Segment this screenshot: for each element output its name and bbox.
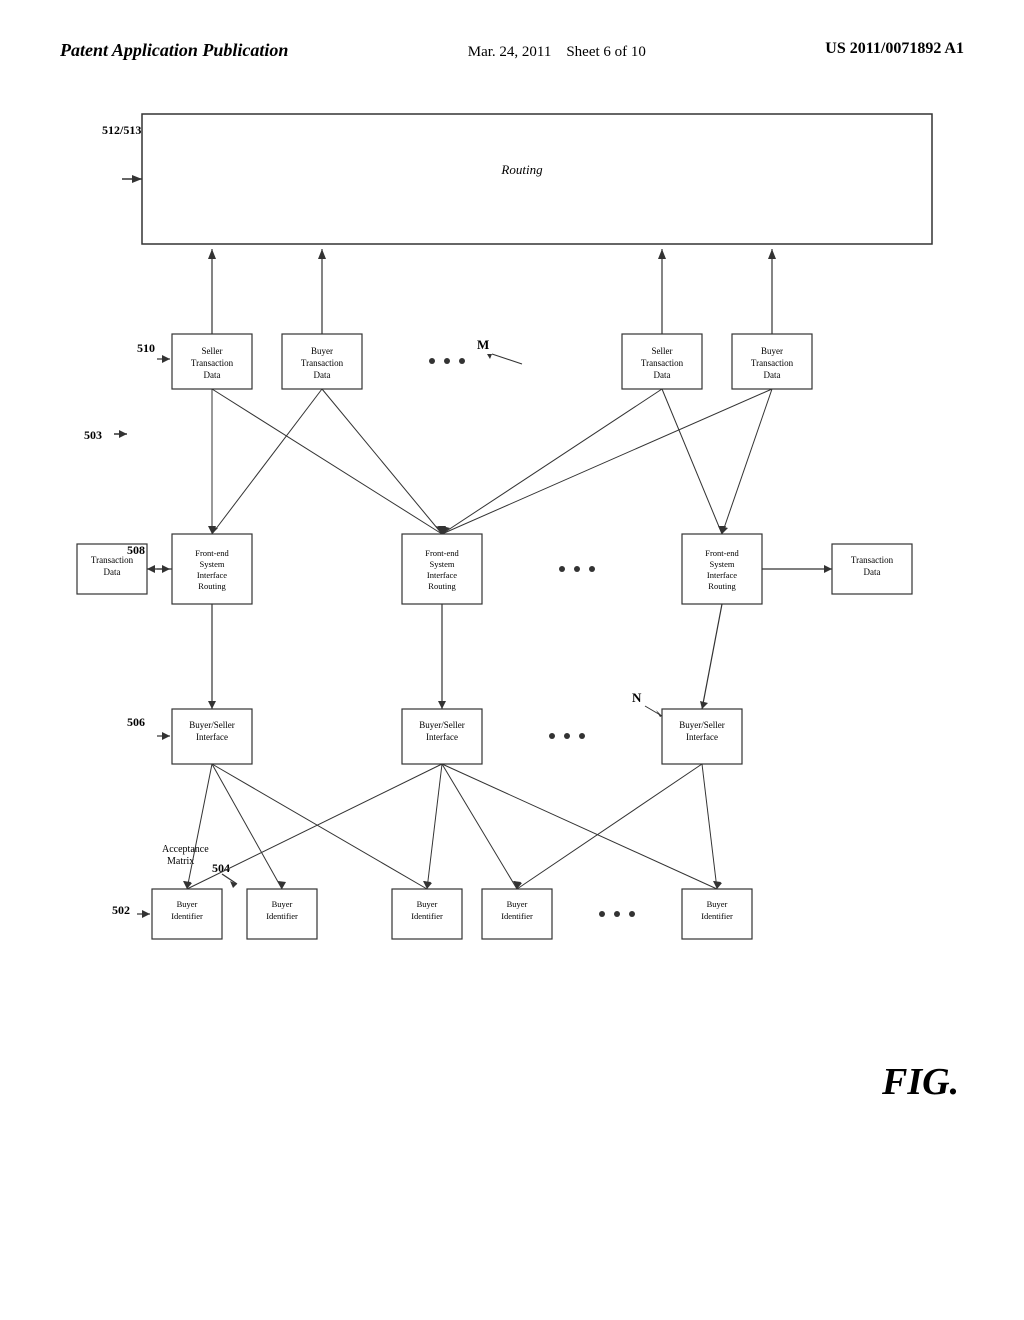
- svg-text:System: System: [199, 559, 224, 569]
- patent-diagram: Routing 512/513 503 Seller Transaction D…: [62, 104, 962, 1154]
- svg-text:Identifier: Identifier: [171, 911, 203, 921]
- svg-text:Routing: Routing: [428, 581, 456, 591]
- svg-text:Data: Data: [654, 370, 671, 380]
- page-container: Patent Application Publication Mar. 24, …: [0, 0, 1024, 1320]
- svg-text:Seller: Seller: [652, 346, 673, 356]
- svg-text:Front-end: Front-end: [705, 548, 739, 558]
- svg-text:Buyer: Buyer: [272, 899, 293, 909]
- svg-text:Interface: Interface: [426, 732, 458, 742]
- svg-text:Data: Data: [764, 370, 781, 380]
- svg-text:FIG. 5: FIG. 5: [881, 1061, 962, 1103]
- publication-date: Mar. 24, 2011 Sheet 6 of 10: [468, 44, 646, 60]
- svg-text:Identifier: Identifier: [266, 911, 298, 921]
- diagram-area: Routing 512/513 503 Seller Transaction D…: [62, 104, 962, 1154]
- svg-text:Matrix: Matrix: [167, 856, 194, 867]
- svg-text:Data: Data: [314, 370, 331, 380]
- svg-text:Transaction: Transaction: [751, 358, 794, 368]
- svg-text:Data: Data: [104, 567, 121, 577]
- svg-text:Routing: Routing: [500, 162, 543, 177]
- svg-text:N: N: [632, 690, 642, 705]
- svg-text:Buyer: Buyer: [417, 899, 438, 909]
- svg-text:504: 504: [212, 861, 230, 875]
- svg-text:Interface: Interface: [686, 732, 718, 742]
- svg-text:502: 502: [112, 903, 130, 917]
- page-header: Patent Application Publication Mar. 24, …: [0, 0, 1024, 84]
- svg-text:512/513: 512/513: [102, 123, 141, 137]
- publication-info: Mar. 24, 2011 Sheet 6 of 10: [468, 40, 646, 64]
- svg-text:Buyer: Buyer: [311, 346, 333, 356]
- svg-text:Buyer/Seller: Buyer/Seller: [189, 720, 235, 730]
- svg-text:Data: Data: [864, 567, 881, 577]
- svg-text:Front-end: Front-end: [425, 548, 459, 558]
- publication-title: Patent Application Publication: [60, 40, 288, 61]
- svg-text:Routing: Routing: [708, 581, 736, 591]
- svg-text:M: M: [477, 337, 489, 352]
- svg-text:Identifier: Identifier: [701, 911, 733, 921]
- svg-text:Interface: Interface: [427, 570, 457, 580]
- svg-text:System: System: [709, 559, 734, 569]
- svg-text:Transaction: Transaction: [641, 358, 684, 368]
- svg-text:506: 506: [127, 715, 145, 729]
- svg-text:Data: Data: [204, 370, 221, 380]
- svg-text:Buyer/Seller: Buyer/Seller: [419, 720, 465, 730]
- svg-text:Buyer: Buyer: [507, 899, 528, 909]
- svg-text:Transaction: Transaction: [191, 358, 234, 368]
- svg-text:Identifier: Identifier: [501, 911, 533, 921]
- patent-number: US 2011/0071892 A1: [825, 40, 964, 58]
- svg-text:Seller: Seller: [202, 346, 223, 356]
- svg-text:Interface: Interface: [197, 570, 227, 580]
- svg-text:Identifier: Identifier: [411, 911, 443, 921]
- svg-text:503: 503: [84, 428, 102, 442]
- svg-text:Front-end: Front-end: [195, 548, 229, 558]
- svg-text:Routing: Routing: [198, 581, 226, 591]
- svg-text:Buyer: Buyer: [177, 899, 198, 909]
- svg-text:Buyer/Seller: Buyer/Seller: [679, 720, 725, 730]
- svg-text:510: 510: [137, 341, 155, 355]
- svg-text:Transaction: Transaction: [91, 555, 134, 565]
- svg-text:System: System: [429, 559, 454, 569]
- svg-text:Interface: Interface: [196, 732, 228, 742]
- svg-text:Buyer: Buyer: [761, 346, 783, 356]
- svg-text:Transaction: Transaction: [851, 555, 894, 565]
- svg-text:Interface: Interface: [707, 570, 737, 580]
- svg-text:Acceptance: Acceptance: [162, 844, 209, 855]
- svg-text:Transaction: Transaction: [301, 358, 344, 368]
- svg-text:Buyer: Buyer: [707, 899, 728, 909]
